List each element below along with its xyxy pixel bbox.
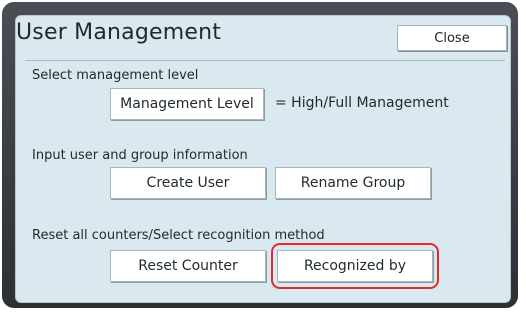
reset-counter-button[interactable]: Reset Counter: [110, 250, 266, 282]
management-level-value: = High/Full Management: [275, 95, 449, 111]
close-button[interactable]: Close: [397, 25, 507, 51]
rename-group-button[interactable]: Rename Group: [275, 167, 431, 199]
management-level-section-label: Select management level: [32, 68, 199, 83]
counters-section-label: Reset all counters/Select recognition me…: [32, 228, 325, 243]
create-user-button[interactable]: Create User: [110, 167, 266, 199]
recognized-by-highlight: [271, 243, 439, 289]
user-group-section-label: Input user and group information: [32, 148, 248, 163]
management-level-button[interactable]: Management Level: [110, 88, 264, 120]
title-divider: [25, 60, 505, 61]
page-title: User Management: [16, 20, 222, 45]
